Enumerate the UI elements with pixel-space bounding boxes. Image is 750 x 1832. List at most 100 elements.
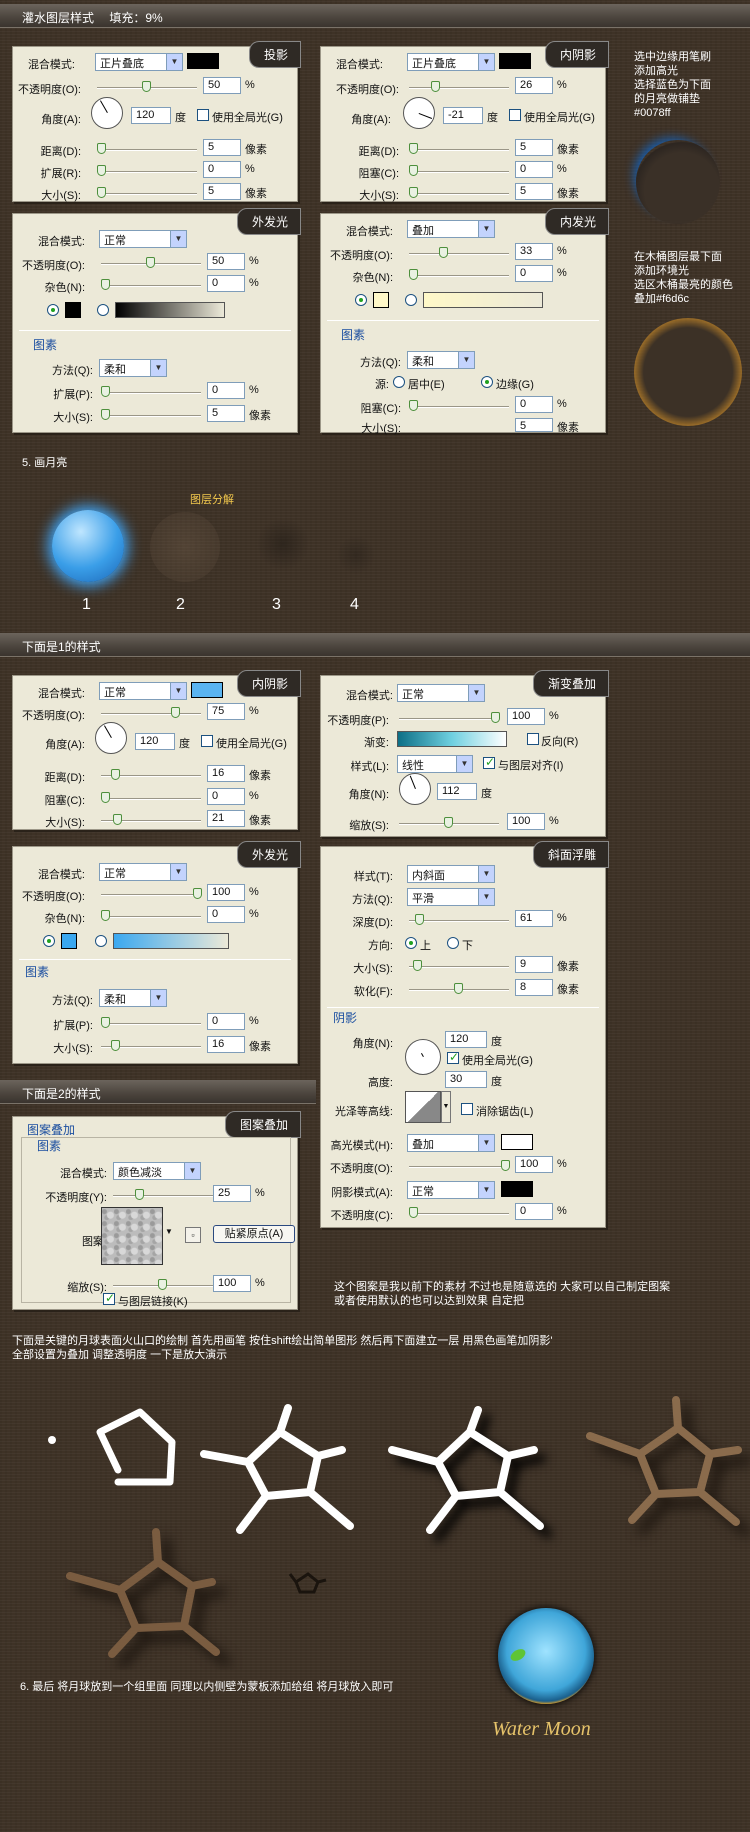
highlight-opacity-slider[interactable] [409,1160,510,1171]
distance-slider[interactable] [101,769,201,780]
global-light-checkbox[interactable] [447,1050,459,1064]
slider-knob[interactable] [501,1160,510,1171]
slider-knob[interactable] [146,257,155,268]
scale-slider[interactable] [113,1279,213,1290]
slider-knob[interactable] [101,792,110,803]
opacity-slider[interactable] [101,257,201,268]
angle-dial[interactable] [399,773,431,805]
gloss-contour-picker[interactable] [405,1091,441,1123]
angle-dial[interactable] [95,722,127,754]
opacity-input[interactable]: 25 [213,1185,251,1202]
spread-input[interactable]: 0 [207,382,245,399]
size-input[interactable]: 16 [207,1036,245,1053]
spread-input[interactable]: 0 [203,161,241,178]
shadow-color-swatch[interactable] [187,53,219,69]
snap-origin-button[interactable]: 贴紧原点(A) [213,1225,295,1243]
glow-gradient[interactable] [115,302,225,318]
opacity-slider[interactable] [399,712,500,723]
style-select[interactable]: 内斜面 [407,865,495,883]
shadow-color-swatch[interactable] [191,682,223,698]
reverse-checkbox[interactable] [527,733,539,745]
angle-dial[interactable] [403,97,435,129]
blend-mode-select[interactable]: 正常 [99,230,187,248]
glow-gradient[interactable] [113,933,229,949]
opacity-input[interactable]: 26 [515,77,553,94]
shadow-color-swatch[interactable] [501,1181,533,1197]
opacity-slider[interactable] [409,247,509,258]
size-input[interactable]: 5 [207,405,245,422]
blend-mode-select[interactable]: 正常 [99,863,187,881]
slider-knob[interactable] [111,769,120,780]
glow-color-swatch[interactable] [373,292,389,308]
angle-input[interactable]: 112 [437,783,477,800]
opacity-input[interactable]: 100 [507,708,545,725]
slider-knob[interactable] [409,400,418,411]
slider-knob[interactable] [171,707,180,718]
noise-input[interactable]: 0 [207,275,245,292]
solid-color-radio[interactable] [355,294,367,306]
choke-input[interactable]: 0 [515,161,553,178]
slider-knob[interactable] [135,1189,144,1200]
gradient-picker[interactable] [397,731,507,747]
spread-slider[interactable] [101,386,201,397]
opacity-slider[interactable] [101,707,201,718]
slider-knob[interactable] [409,143,418,154]
spread-slider[interactable] [97,165,197,176]
new-preset-icon[interactable]: ▫ [185,1227,201,1243]
slider-knob[interactable] [158,1279,167,1290]
slider-knob[interactable] [101,386,110,397]
choke-input[interactable]: 0 [515,396,553,413]
glow-color-swatch[interactable] [61,933,77,949]
noise-slider[interactable] [101,279,201,290]
slider-knob[interactable] [491,712,500,723]
blend-mode-select[interactable]: 正常 [99,682,187,700]
size-input[interactable]: 5 [203,183,241,200]
slider-knob[interactable] [142,81,151,92]
slider-knob[interactable] [97,187,106,198]
global-light-checkbox[interactable] [197,109,209,121]
opacity-slider[interactable] [113,1189,213,1200]
slider-knob[interactable] [413,960,422,971]
slider-knob[interactable] [439,247,448,258]
scale-input[interactable]: 100 [507,813,545,830]
opacity-input[interactable]: 100 [207,884,245,901]
chevron-down-icon[interactable]: ▼ [441,1091,451,1123]
align-layer-checkbox[interactable] [483,755,495,769]
soften-slider[interactable] [409,983,509,994]
global-light-checkbox[interactable] [201,735,213,747]
link-layer-checkbox[interactable] [103,1291,115,1305]
gradient-radio[interactable] [405,294,417,306]
solid-color-radio[interactable] [47,304,59,316]
method-select[interactable]: 柔和 [407,351,475,369]
opacity-slider[interactable] [409,81,509,92]
shadow-color-swatch[interactable] [499,53,531,69]
choke-input[interactable]: 0 [207,788,245,805]
noise-slider[interactable] [409,269,509,280]
opacity-input[interactable]: 75 [207,703,245,720]
gradient-radio[interactable] [95,935,107,947]
slider-knob[interactable] [97,143,106,154]
altitude-input[interactable]: 30 [445,1071,487,1088]
scale-slider[interactable] [399,817,499,828]
blend-mode-select[interactable]: 叠加 [407,220,495,238]
highlight-color-swatch[interactable] [501,1134,533,1150]
distance-input[interactable]: 5 [203,139,241,156]
depth-input[interactable]: 61 [515,910,553,927]
opacity-input[interactable]: 50 [207,253,245,270]
depth-slider[interactable] [409,914,509,925]
slider-knob[interactable] [409,269,418,280]
opacity-slider[interactable] [97,81,197,92]
slider-knob[interactable] [113,814,122,825]
blend-mode-select[interactable]: 正片叠底 [407,53,495,71]
blend-mode-select[interactable]: 正常 [397,684,485,702]
angle-dial[interactable] [405,1039,441,1075]
angle-dial[interactable] [91,97,123,129]
size-slider[interactable] [409,187,509,198]
opacity-input[interactable]: 50 [203,77,241,94]
scale-input[interactable]: 100 [213,1275,251,1292]
blend-mode-select[interactable]: 正片叠底 [95,53,183,71]
slider-knob[interactable] [97,165,106,176]
distance-input[interactable]: 5 [515,139,553,156]
gradient-radio[interactable] [97,304,109,316]
size-slider[interactable] [101,1040,201,1051]
